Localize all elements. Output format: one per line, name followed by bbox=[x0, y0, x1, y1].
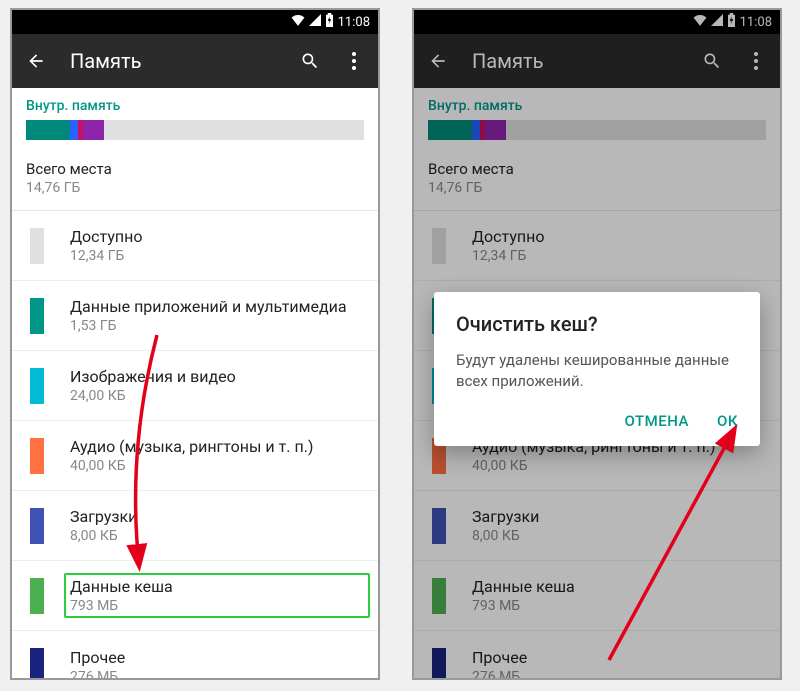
row-cache[interactable]: Данные кеша 793 МБ bbox=[12, 561, 378, 631]
row-downloads[interactable]: Загрузки 8,00 КБ bbox=[12, 491, 378, 561]
swatch-icon bbox=[30, 368, 44, 404]
page-title: Память bbox=[70, 49, 276, 73]
toolbar: Память bbox=[414, 34, 780, 88]
row-apps[interactable]: Данные приложений и мультимедиа 1,53 ГБ bbox=[12, 281, 378, 351]
clear-cache-dialog: Очистить кеш? Будут удалены кешированные… bbox=[434, 292, 760, 446]
battery-icon bbox=[325, 13, 334, 31]
status-bar: 11:08 bbox=[414, 10, 780, 34]
dialog-title: Очистить кеш? bbox=[456, 312, 738, 336]
swatch-icon bbox=[30, 648, 44, 680]
row-available[interactable]: Доступно12,34 ГБ bbox=[414, 211, 780, 281]
ok-button[interactable]: ОК bbox=[717, 412, 738, 430]
swatch-icon bbox=[30, 228, 44, 264]
row-audio[interactable]: Аудио (музыка, рингтоны и т. п.) 40,00 К… bbox=[12, 421, 378, 491]
status-time: 11:08 bbox=[740, 15, 772, 30]
storage-subheader: Внутр. память bbox=[414, 88, 780, 120]
status-time: 11:08 bbox=[338, 15, 370, 30]
row-cache[interactable]: Данные кеша793 МБ bbox=[414, 561, 780, 631]
storage-bar bbox=[414, 120, 780, 152]
cancel-button[interactable]: ОТМЕНА bbox=[625, 412, 689, 430]
storage-total: Всего места 14,76 ГБ bbox=[12, 152, 378, 211]
back-icon[interactable] bbox=[428, 51, 448, 71]
swatch-icon bbox=[30, 508, 44, 544]
more-icon[interactable] bbox=[746, 51, 766, 71]
signal-icon bbox=[711, 14, 723, 30]
swatch-icon bbox=[30, 298, 44, 334]
page-title: Память bbox=[472, 49, 678, 73]
status-bar: 11:08 bbox=[12, 10, 378, 34]
toolbar: Память bbox=[12, 34, 378, 88]
total-label: Всего места bbox=[26, 160, 364, 178]
phone-screen-left: 11:08 Память Внутр. память Всего места 1… bbox=[10, 8, 380, 680]
storage-subheader: Внутр. память bbox=[12, 88, 378, 120]
phone-screen-right: 11:08 Память Внутр. память Всего места 1… bbox=[412, 8, 782, 680]
swatch-icon bbox=[30, 578, 44, 614]
row-other[interactable]: Прочее 276 МБ bbox=[12, 631, 378, 680]
signal-icon bbox=[309, 14, 321, 30]
row-other[interactable]: Прочее276 МБ bbox=[414, 631, 780, 680]
swatch-icon bbox=[30, 438, 44, 474]
wifi-icon bbox=[693, 14, 707, 30]
search-icon[interactable] bbox=[702, 51, 722, 71]
storage-bar bbox=[12, 120, 378, 152]
storage-total: Всего места 14,76 ГБ bbox=[414, 152, 780, 211]
row-downloads[interactable]: Загрузки8,00 КБ bbox=[414, 491, 780, 561]
back-icon[interactable] bbox=[26, 51, 46, 71]
more-icon[interactable] bbox=[344, 51, 364, 71]
total-value: 14,76 ГБ bbox=[26, 180, 364, 196]
dialog-message: Будут удалены кешированные данные всех п… bbox=[456, 350, 738, 392]
wifi-icon bbox=[291, 14, 305, 30]
row-available[interactable]: Доступно 12,34 ГБ bbox=[12, 211, 378, 281]
row-images[interactable]: Изображения и видео 24,00 КБ bbox=[12, 351, 378, 421]
battery-icon bbox=[727, 13, 736, 31]
search-icon[interactable] bbox=[300, 51, 320, 71]
